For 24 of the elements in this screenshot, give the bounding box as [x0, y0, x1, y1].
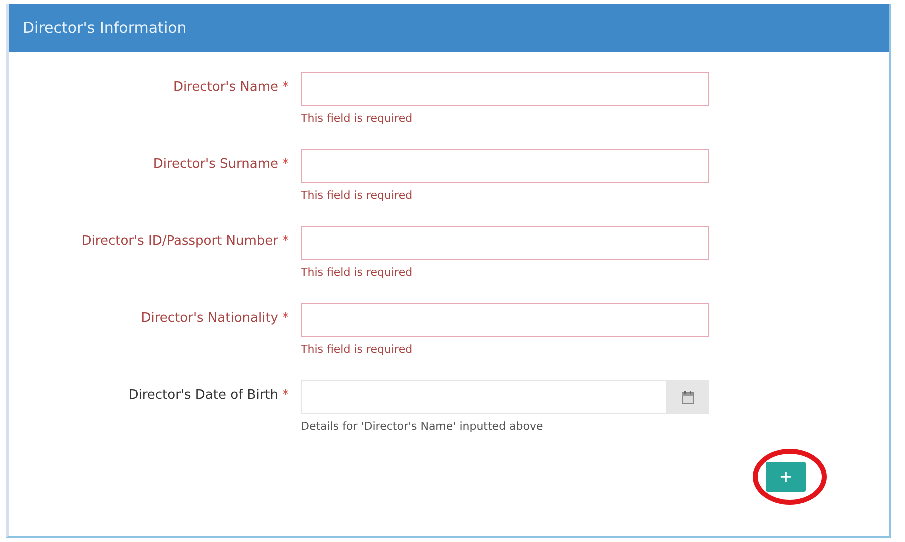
required-mark: *: [282, 80, 289, 95]
required-mark: *: [282, 388, 289, 403]
text-field[interactable]: [301, 149, 709, 183]
field-label: Director's Surname: [153, 157, 278, 172]
add-button[interactable]: +: [766, 462, 806, 492]
error-message: This field is required: [301, 111, 414, 127]
field-label: Director's Date of Birth: [128, 388, 278, 403]
date-field[interactable]: [301, 380, 667, 414]
required-mark: *: [282, 234, 289, 249]
panel-header: Director's Information: [9, 4, 889, 52]
required-mark: *: [282, 157, 289, 172]
text-field[interactable]: [301, 226, 709, 260]
calendar-icon: [682, 390, 694, 404]
field-label: Director's ID/Passport Number: [82, 234, 278, 249]
help-text: Details for 'Director's Name' inputted above: [301, 419, 544, 435]
calendar-button[interactable]: [667, 380, 709, 414]
error-message: This field is required: [301, 188, 414, 204]
error-message: This field is required: [301, 265, 414, 281]
text-field[interactable]: [301, 72, 709, 106]
field-label: Director's Name: [173, 80, 278, 95]
text-field[interactable]: [301, 303, 709, 337]
error-message: This field is required: [301, 342, 414, 358]
field-label: Director's Nationality: [141, 311, 278, 326]
required-mark: *: [282, 311, 289, 326]
